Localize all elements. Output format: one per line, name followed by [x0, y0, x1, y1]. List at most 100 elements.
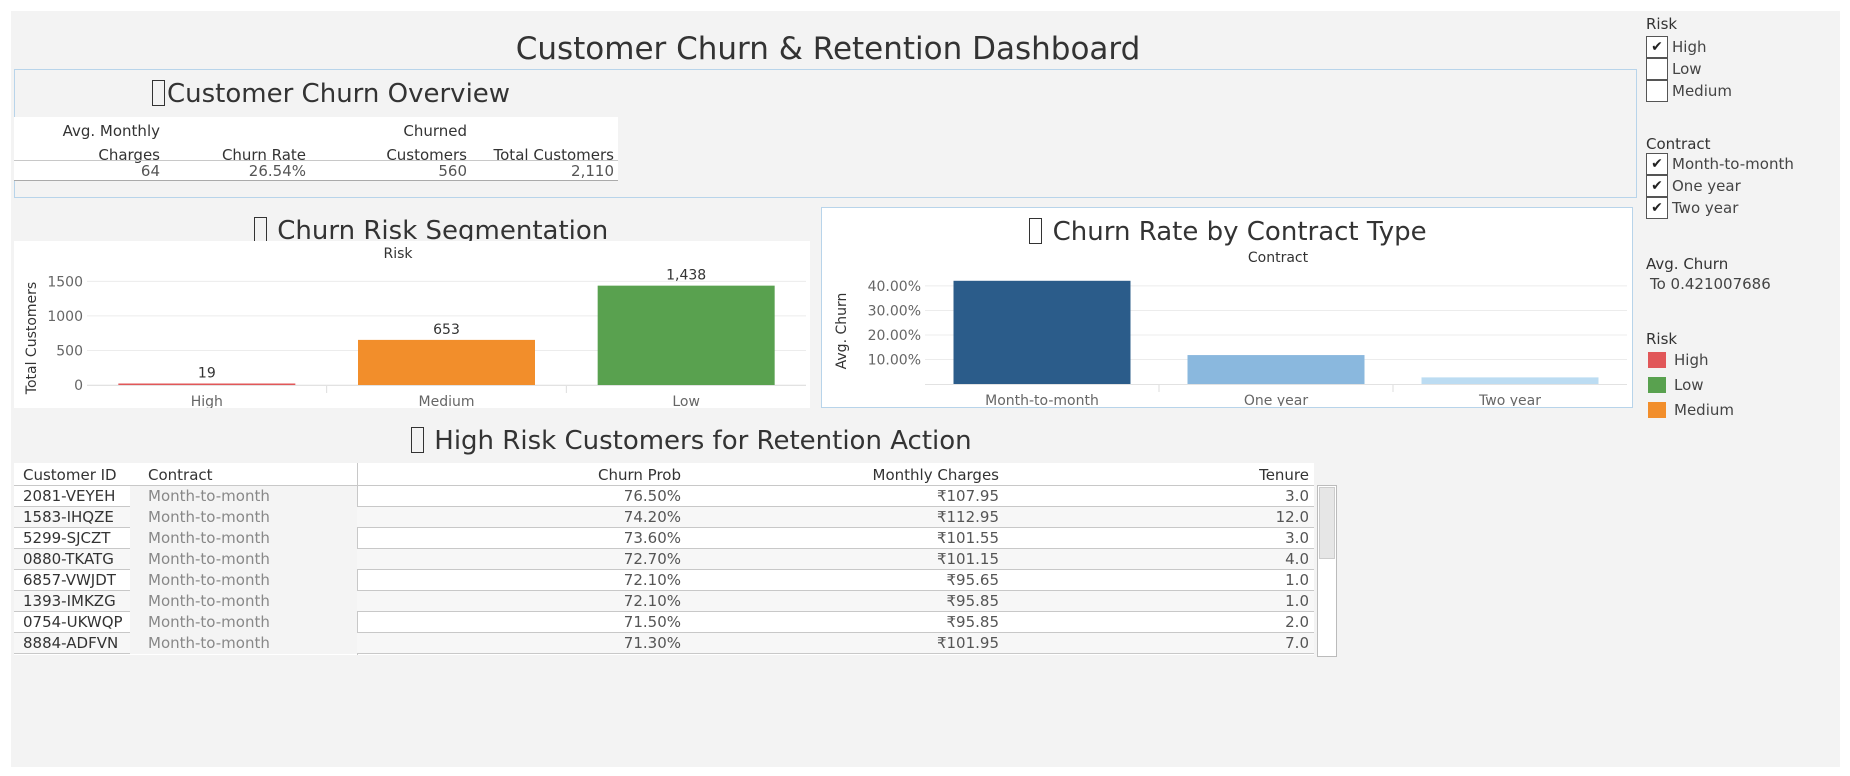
- filter-option-label: Low: [1672, 60, 1702, 78]
- cell-contract: Month-to-month: [130, 570, 357, 591]
- dashboard-canvas: Customer Churn & Retention Dashboard Cus…: [11, 11, 1840, 767]
- cell-customer-id: 5299-SJCZT: [23, 529, 111, 547]
- table-row[interactable]: 6857-VWJDT Month-to-month 72.10% ₹95.65 1.0: [14, 570, 1314, 591]
- risk-filter-option-medium[interactable]: Medium: [1646, 80, 1732, 102]
- column-header-churn-prob[interactable]: Churn Prob: [598, 463, 681, 487]
- cell-tenure: 1.0: [1285, 592, 1309, 610]
- cell-churn-prob: 71.50%: [623, 613, 681, 631]
- cell-monthly-charges: ₹101.55: [936, 529, 999, 547]
- cell-monthly-charges: ₹101.15: [936, 550, 999, 568]
- checkbox-checked-icon[interactable]: ✔: [1646, 153, 1668, 175]
- y-tick-label: 40.00%: [868, 279, 921, 295]
- legend-label: High: [1674, 350, 1709, 369]
- checkbox-checked-icon[interactable]: ✔: [1646, 175, 1668, 197]
- column-header-monthly-charges[interactable]: Monthly Charges: [873, 463, 999, 487]
- risk-filter-option-high[interactable]: ✔ High: [1646, 36, 1732, 58]
- y-tick-label: 0: [74, 378, 83, 394]
- contract-filter-option-two-year[interactable]: ✔ Two year: [1646, 197, 1794, 219]
- bar-value-label: 1,438: [666, 268, 706, 284]
- bar-low: [597, 285, 775, 385]
- cell-contract: Month-to-month: [130, 528, 357, 549]
- cell-contract: Month-to-month: [130, 549, 357, 570]
- column-header-customer-id[interactable]: Customer ID: [23, 463, 117, 487]
- cell-customer-id: 0880-TKATG: [23, 550, 114, 568]
- table-row[interactable]: 1583-IHQZE Month-to-month 74.20% ₹112.95 12.…: [14, 507, 1314, 528]
- y-tick-label: 1000: [47, 309, 83, 325]
- kpi-value-total: 2,110: [571, 162, 614, 180]
- bar-month-to-month: [953, 280, 1131, 384]
- y-tick-label: 20.00%: [868, 328, 921, 344]
- overview-title: Customer Churn Overview: [152, 79, 510, 109]
- cell-monthly-charges: ₹112.95: [936, 508, 999, 526]
- risk-filter-option-low[interactable]: Low: [1646, 58, 1732, 80]
- table-row[interactable]: 5299-SJCZT Month-to-month 73.60% ₹101.55 3.0: [14, 528, 1314, 549]
- legend-swatch: [1648, 376, 1666, 393]
- cell-tenure: 2.0: [1285, 613, 1309, 631]
- chart-icon: [152, 80, 165, 106]
- cell-customer-id: 0754-UKWQP: [23, 613, 123, 631]
- cell-monthly-charges: ₹95.85: [946, 613, 1000, 631]
- x-tick-label: One year: [1244, 393, 1308, 406]
- y-tick-label: 30.00%: [868, 303, 921, 319]
- y-axis-title: Avg. Churn: [834, 293, 850, 370]
- table-scrollbar[interactable]: [1317, 485, 1337, 657]
- cell-churn-prob: 76.50%: [623, 487, 681, 505]
- table-row[interactable]: 2081-VEYEH Month-to-month 76.50% ₹107.95 3.0: [14, 486, 1314, 507]
- segmentation-chart-panel: Risk Total Customers 0 500 1000 1500 19 High 653…: [14, 241, 810, 410]
- cell-churn-prob: 72.10%: [623, 571, 681, 589]
- kpi-value-churned: 560: [438, 162, 467, 180]
- legend-item-low[interactable]: Low: [1646, 372, 1734, 397]
- x-tick-label: Two year: [1478, 393, 1541, 406]
- cell-churn-prob: 73.60%: [623, 529, 681, 547]
- checkbox-empty-icon[interactable]: [1646, 80, 1668, 102]
- contract-filter: ✔ Month-to-month ✔ One year ✔ Two year: [1646, 153, 1794, 219]
- filter-option-label: High: [1672, 38, 1707, 56]
- cell-monthly-charges: ₹95.65: [946, 571, 1000, 589]
- checkbox-empty-icon[interactable]: [1646, 58, 1668, 80]
- legend-item-medium[interactable]: Medium: [1646, 397, 1734, 422]
- avg-churn-range[interactable]: To 0.421007686: [1650, 275, 1771, 293]
- contract-filter-option-month-to-month[interactable]: ✔ Month-to-month: [1646, 153, 1794, 175]
- contract-chart: Contract Avg. Churn 10.00% 20.00% 30.00% 40.0…: [834, 250, 1627, 406]
- checkbox-checked-icon[interactable]: ✔: [1646, 197, 1668, 219]
- y-tick-label: 10.00%: [868, 352, 921, 368]
- chart-header-label: Risk: [383, 246, 413, 262]
- kpi-value-churn-rate: 26.54%: [248, 162, 306, 180]
- filter-option-label: One year: [1672, 177, 1741, 195]
- table-row[interactable]: 0880-TKATG Month-to-month 72.70% ₹101.15 4.0: [14, 549, 1314, 570]
- cell-tenure: 12.0: [1275, 508, 1309, 526]
- kpi-divider: [14, 160, 618, 161]
- high-risk-title: High Risk Customers for Retention Action: [411, 426, 972, 456]
- checkbox-checked-icon[interactable]: ✔: [1646, 36, 1668, 58]
- contract-chart-panel: Churn Rate by Contract Type Contract Avg.…: [821, 207, 1633, 408]
- cell-contract: Month-to-month: [130, 486, 357, 507]
- column-header-contract[interactable]: Contract: [148, 463, 213, 487]
- filter-option-label: Month-to-month: [1672, 155, 1794, 173]
- cell-contract: Month-to-month: [130, 633, 357, 654]
- bar-medium: [358, 339, 535, 385]
- table-row[interactable]: 0754-UKWQP Month-to-month 71.50% ₹95.85 2.0: [14, 612, 1314, 633]
- y-tick-label: 500: [56, 343, 83, 359]
- cell-monthly-charges: ₹95.85: [946, 592, 1000, 610]
- y-tick-label: 1500: [47, 274, 83, 290]
- legend-item-high[interactable]: High: [1646, 347, 1734, 372]
- column-header-tenure[interactable]: Tenure: [1259, 463, 1309, 487]
- table-scrollbar-thumb[interactable]: [1319, 487, 1335, 559]
- risk-filter: ✔ High Low Medium: [1646, 36, 1732, 102]
- kpi-table: Avg. Monthly Charges Churn Rate Churned Cu…: [14, 117, 618, 181]
- cell-customer-id: 1583-IHQZE: [23, 508, 114, 526]
- kpi-value-avg-monthly: 64: [140, 162, 160, 180]
- risk-filter-title: Risk: [1646, 15, 1678, 33]
- cell-churn-prob: 72.10%: [623, 592, 681, 610]
- table-row[interactable]: 8884-ADFVN Month-to-month 71.30% ₹101.95 7.0: [14, 633, 1314, 654]
- cell-contract: Month-to-month: [130, 591, 357, 612]
- table-row[interactable]: 1393-IMKZG Month-to-month 72.10% ₹95.85 1.0: [14, 591, 1314, 612]
- bar-high: [118, 383, 296, 385]
- contract-filter-option-one-year[interactable]: ✔ One year: [1646, 175, 1794, 197]
- cell-tenure: 3.0: [1285, 529, 1309, 547]
- x-tick-label: Medium: [419, 394, 475, 408]
- cell-customer-id: 6857-VWJDT: [23, 571, 116, 589]
- legend-swatch: [1648, 351, 1666, 368]
- legend-label: Medium: [1674, 400, 1734, 419]
- bar-value-label: 653: [433, 322, 460, 338]
